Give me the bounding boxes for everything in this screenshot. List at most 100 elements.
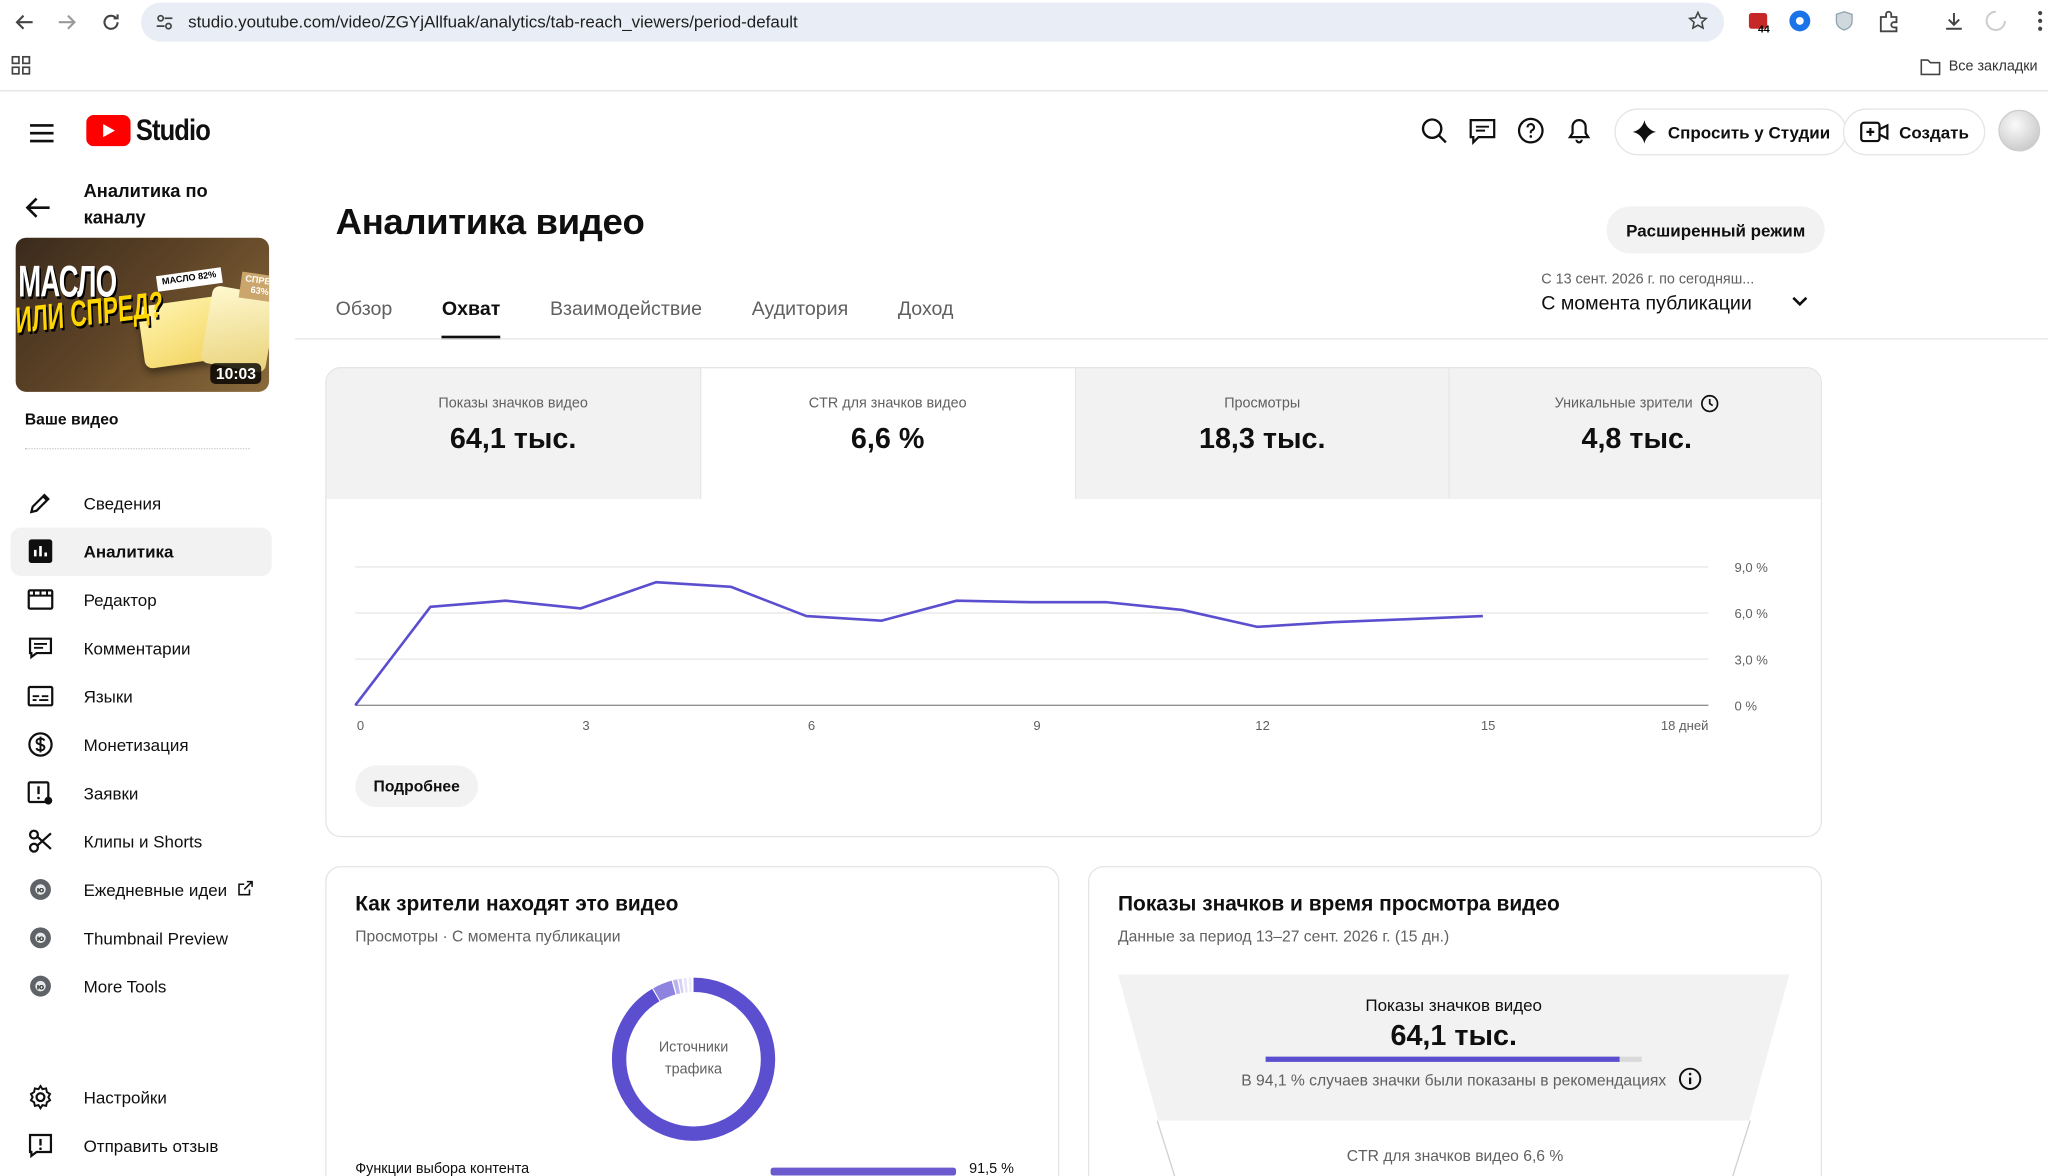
thumbnail-tag-butter: МАСЛО 82% <box>155 267 223 292</box>
traffic-source-row[interactable]: Функции выбора контента 91,5 % <box>355 1161 1034 1176</box>
sidebar-item-monetization[interactable]: Монетизация <box>10 721 271 769</box>
video-title-placeholder <box>24 436 250 450</box>
menu-icon[interactable] <box>26 118 57 149</box>
x-tick-label: 12 <box>1255 718 1270 733</box>
bookmark-star-icon[interactable] <box>1687 10 1709 37</box>
avatar[interactable] <box>1998 109 2041 152</box>
sidebar-item-languages[interactable]: Языки <box>10 673 271 721</box>
metric-tabs: Показы значков видео 64,1 тыс. CTR для з… <box>326 368 1821 499</box>
funnel-card-subtitle: Данные за период 13–27 сент. 2026 г. (15… <box>1118 927 1450 946</box>
traffic-sources-card: Как зрители находят это видео Просмотры … <box>325 865 1060 1176</box>
clock-icon <box>1701 394 1719 413</box>
reload-icon[interactable] <box>94 5 128 39</box>
y-tick-label: 3,0 % <box>1735 652 1769 667</box>
sidebar-item-settings[interactable]: Настройки <box>10 1074 271 1122</box>
video-duration: 10:03 <box>210 363 262 384</box>
your-video-label: Ваше видео <box>24 410 119 429</box>
funnel-ctr-note: CTR для значков видео 6,6 % <box>1346 1146 1564 1166</box>
sidebar-item-claims[interactable]: Заявки <box>10 769 271 817</box>
y-tick-label: 6,0 % <box>1735 606 1769 621</box>
impressions-funnel-card: Показы значков и время просмотра видео Д… <box>1087 865 1823 1176</box>
video-thumbnail[interactable]: МАСЛО ИЛИ СПРЕД? МАСЛО 82% СПРЕД 63% 10:… <box>15 237 270 392</box>
channel-analytics-link[interactable]: Аналитика по каналу <box>84 178 254 230</box>
ctr-series-line <box>354 580 1483 707</box>
funnel-impressions-stage: Показы значков видео 64,1 тыс. В 94,1 % … <box>1118 974 1790 1121</box>
sidebar-item-more-tools[interactable]: ю More Tools <box>10 963 271 1011</box>
sidebar-item-details[interactable]: Сведения <box>10 479 271 527</box>
messages-icon[interactable] <box>1467 115 1498 146</box>
sidebar-item-thumbnail-preview[interactable]: ю Thumbnail Preview <box>10 914 271 962</box>
tab-revenue[interactable]: Доход <box>898 293 954 340</box>
ext-badge-count: 44 <box>1758 23 1770 36</box>
address-bar[interactable]: studio.youtube.com/video/ZGYjAllfuak/ana… <box>141 2 1725 42</box>
analytics-tabs: Обзор Охват Взаимодействие Аудитория Дох… <box>336 293 954 340</box>
traffic-source-percent: 91,5 % <box>969 1161 1014 1176</box>
reach-metrics-card: Показы значков видео 64,1 тыс. CTR для з… <box>325 367 1823 838</box>
see-more-button[interactable]: Подробнее <box>355 765 479 808</box>
sparkle-icon <box>1632 120 1657 144</box>
y-tick-label: 0 % <box>1735 699 1758 714</box>
traffic-source-bar <box>770 1167 957 1176</box>
page-title: Аналитика видео <box>335 201 645 242</box>
loading-spinner-icon <box>1983 8 2009 34</box>
youtube-studio-logo[interactable]: Studio <box>86 112 223 147</box>
gear-icon <box>26 1083 55 1112</box>
tab-engagement[interactable]: Взаимодействие <box>550 293 702 340</box>
period-selector[interactable]: С 13 сент. 2026 г. по сегодняш... С моме… <box>1541 272 1815 315</box>
recommendations-share-bar <box>1265 1056 1642 1062</box>
tab-audience[interactable]: Аудитория <box>752 293 848 340</box>
extension-badge-icon[interactable]: 44 <box>1745 8 1771 36</box>
site-info-icon[interactable] <box>154 12 175 39</box>
traffic-card-title: Как зрители находят это видео <box>355 893 679 916</box>
search-icon[interactable] <box>1418 115 1449 146</box>
sidebar-item-analytics[interactable]: Аналитика <box>10 527 272 576</box>
extension-blue-icon[interactable] <box>1787 8 1813 34</box>
all-bookmarks[interactable]: Все закладки <box>1920 57 2038 76</box>
extensions-puzzle-icon[interactable] <box>1876 8 1902 34</box>
chevron-down-icon <box>1789 290 1810 317</box>
browser-menu-icon[interactable] <box>2027 8 2048 34</box>
sidebar-bottom: Настройки Отправить отзыв <box>10 1074 271 1171</box>
funnel-impressions-label: Показы значков видео <box>1365 995 1542 1015</box>
downloads-icon[interactable] <box>1941 8 1967 34</box>
tab-reach[interactable]: Охват <box>441 293 500 340</box>
help-icon[interactable] <box>1515 115 1546 146</box>
sidebar-item-clips-shorts[interactable]: Клипы и Shorts <box>10 818 271 866</box>
extension-icon: ю <box>26 923 55 952</box>
traffic-card-subtitle: Просмотры · С момента публикации <box>355 927 621 946</box>
extension-shield-icon[interactable] <box>1831 8 1857 34</box>
funnel-card-title: Показы значков и время просмотра видео <box>1118 893 1560 916</box>
metric-unique-viewers[interactable]: Уникальные зрители 4,8 тыс. <box>1450 368 1821 499</box>
forward-icon[interactable] <box>50 5 84 39</box>
folder-icon <box>1920 59 1941 76</box>
dollar-icon <box>26 730 55 759</box>
ctr-line-chart: 9,0 % 6,0 % 3,0 % 0 % 0 3 6 9 12 15 18 дней <box>354 560 1769 733</box>
back-icon[interactable] <box>8 5 42 39</box>
tab-overview[interactable]: Обзор <box>336 293 393 340</box>
metric-value: 4,8 тыс. <box>1581 421 1692 455</box>
create-button[interactable]: Создать <box>1842 108 1986 156</box>
sidebar-item-feedback[interactable]: Отправить отзыв <box>10 1122 271 1170</box>
x-tick-label: 9 <box>1033 718 1040 733</box>
donut-center-label: Источники трафика <box>658 1039 729 1078</box>
metric-impressions[interactable]: Показы значков видео 64,1 тыс. <box>326 368 702 499</box>
period-range: С 13 сент. 2026 г. по сегодняш... <box>1541 271 1755 288</box>
metric-ctr[interactable]: CTR для значков видео 6,6 % <box>701 368 1076 499</box>
sidebar: Аналитика по каналу МАСЛО ИЛИ СПРЕД? МАС… <box>0 170 287 1176</box>
period-label: С момента публикации <box>1541 292 1752 315</box>
create-video-icon <box>1860 121 1889 143</box>
sidebar-item-comments[interactable]: Комментарии <box>10 624 271 672</box>
main-content: Аналитика видео Расширенный режим Обзор … <box>295 170 2048 1176</box>
advanced-mode-button[interactable]: Расширенный режим <box>1606 206 1825 254</box>
metric-label: Показы значков видео <box>438 395 588 412</box>
info-icon[interactable] <box>1678 1067 1702 1097</box>
metric-views[interactable]: Просмотры 18,3 тыс. <box>1075 368 1451 499</box>
sidebar-item-daily-ideas[interactable]: ю Ежедневные идеи <box>10 866 271 914</box>
sidebar-item-editor[interactable]: Редактор <box>10 576 271 624</box>
arrow-back-icon[interactable] <box>24 193 53 228</box>
apps-grid-icon[interactable] <box>10 55 31 82</box>
analytics-icon <box>26 537 55 566</box>
metric-label: Просмотры <box>1224 395 1301 412</box>
ask-studio-button[interactable]: Спросить у Студии <box>1614 108 1848 156</box>
notifications-bell-icon[interactable] <box>1563 115 1594 146</box>
